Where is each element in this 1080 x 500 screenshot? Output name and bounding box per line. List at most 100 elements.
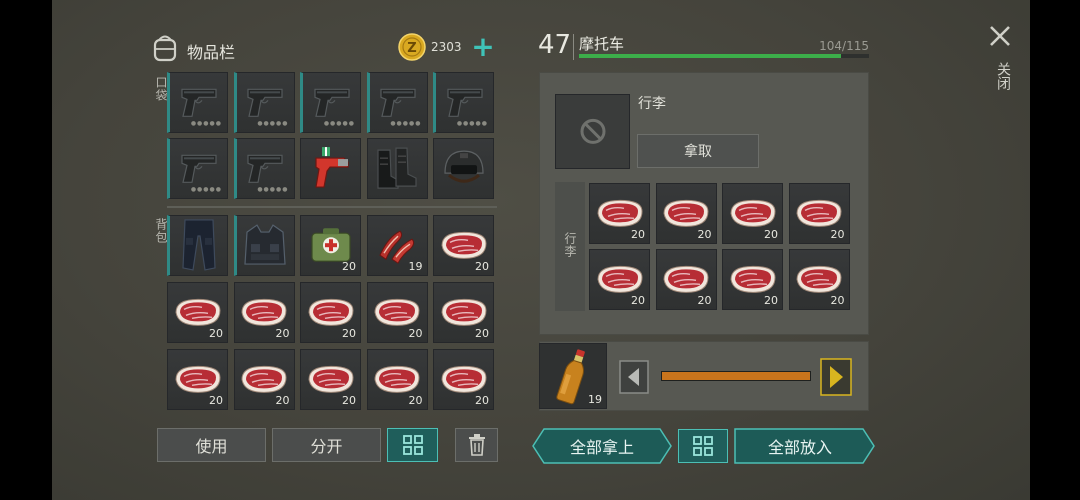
item-quantity: 20 [697, 294, 712, 307]
backpack-slot[interactable]: 20 [300, 282, 361, 343]
item-quantity: 20 [475, 260, 489, 273]
vehicle-level: 47 [538, 30, 572, 60]
item-quantity: 20 [830, 294, 845, 307]
backpack-slot[interactable]: 20 [233, 282, 295, 343]
arrow-right-icon [820, 358, 852, 396]
item-quantity: 20 [342, 260, 356, 273]
split-button[interactable]: 分开 [272, 428, 381, 462]
backpack-slot[interactable]: 20 [300, 349, 361, 410]
backpack-icon [150, 34, 180, 66]
vehicle-name: 摩托车 [579, 35, 625, 53]
pocket-slot[interactable]: ●●●●● [300, 72, 361, 133]
luggage-slot[interactable]: 20 [655, 249, 717, 310]
use-button-label: 使用 [195, 437, 228, 456]
close-icon [990, 26, 1010, 46]
pocket-slot[interactable]: ●●●●● [433, 72, 494, 133]
item-quantity: 19 [408, 260, 423, 273]
split-button-label: 分开 [310, 437, 343, 456]
trash-icon [468, 434, 485, 456]
grid-icon [693, 436, 713, 456]
item-quantity: 20 [342, 327, 356, 340]
fuel-slider-track[interactable] [661, 371, 811, 381]
backpack-slot[interactable]: 20 [433, 349, 494, 410]
svg-text:Z: Z [407, 41, 416, 56]
item-quantity: 20 [631, 228, 645, 241]
item-quantity: 20 [830, 228, 845, 241]
take-button-label: 拿取 [684, 144, 712, 160]
take-all-button[interactable]: 全部拿上 [532, 428, 672, 464]
put-all-button[interactable]: 全部放入 [734, 428, 875, 464]
sort-luggage-button[interactable] [678, 429, 728, 463]
durability-dots: ●●●●● [456, 120, 488, 127]
capacity-bar [579, 54, 869, 58]
fuel-quantity: 19 [588, 393, 602, 406]
trash-button[interactable] [455, 428, 498, 462]
luggage-slot[interactable]: 20 [722, 183, 783, 244]
item-quantity: 20 [764, 294, 778, 307]
backpack-slot[interactable]: 20 [167, 349, 228, 410]
put-all-label: 全部放入 [767, 438, 832, 457]
item-quantity: 20 [408, 394, 423, 407]
pocket-slot[interactable]: ●●●●● [167, 138, 228, 199]
arrow-left-icon [619, 360, 649, 394]
pocket-slot[interactable]: ●●●●● [167, 72, 228, 133]
backpack-slot[interactable]: 20 [167, 282, 228, 343]
backpack-slot[interactable] [233, 215, 295, 276]
item-quantity: 20 [209, 394, 223, 407]
use-button[interactable]: 使用 [157, 428, 266, 462]
durability-dots: ●●●●● [257, 120, 289, 127]
durability-dots: ●●●●● [390, 120, 422, 127]
inventory-title: 物品栏 [187, 43, 236, 62]
backpack-slot[interactable]: 20 [433, 282, 494, 343]
item-quantity: 20 [275, 394, 290, 407]
backpack-slot[interactable]: 20 [366, 282, 428, 343]
close-button[interactable]: 关闭 [986, 24, 1014, 98]
item-quantity: 20 [475, 394, 489, 407]
section-divider [167, 206, 497, 208]
pocket-slot[interactable]: ●●●●● [233, 72, 295, 133]
luggage-title: 行李 [638, 96, 666, 112]
luggage-empty-slot[interactable] [555, 94, 630, 169]
fuel-slot[interactable]: 19 [539, 343, 607, 409]
durability-dots: ●●●●● [323, 120, 355, 127]
vehicle-capacity: 104/115 [819, 39, 869, 53]
coin-count: 2303 [431, 40, 462, 54]
item-quantity: 20 [275, 327, 290, 340]
backpack-slot[interactable]: 20 [300, 215, 361, 276]
luggage-side-label: 行李 [563, 232, 577, 258]
luggage-slot[interactable]: 20 [589, 249, 650, 310]
luggage-slot[interactable]: 20 [788, 249, 850, 310]
sort-inventory-button[interactable] [387, 428, 438, 462]
item-quantity: 20 [209, 327, 223, 340]
item-quantity: 20 [475, 327, 489, 340]
take-button[interactable]: 拿取 [637, 134, 759, 168]
pocket-slot[interactable] [300, 138, 361, 199]
pocket-slot[interactable] [366, 138, 428, 199]
backpack-slot[interactable]: 19 [366, 215, 428, 276]
fuel-increase-button[interactable] [820, 358, 852, 400]
luggage-slot[interactable]: 20 [589, 183, 650, 244]
level-divider [573, 34, 574, 60]
item-quantity: 20 [697, 228, 712, 241]
fuel-slider-fill [662, 372, 810, 380]
item-quantity: 20 [342, 394, 356, 407]
backpack-slot[interactable]: 20 [433, 215, 494, 276]
pocket-slot[interactable]: ●●●●● [233, 138, 295, 199]
backpack-slot[interactable]: 20 [366, 349, 428, 410]
backpack-slot[interactable] [167, 215, 228, 276]
backpack-slot[interactable]: 20 [233, 349, 295, 410]
take-all-label: 全部拿上 [569, 438, 634, 457]
grid-icon [402, 435, 423, 455]
pocket-slot[interactable]: ●●●●● [366, 72, 428, 133]
fuel-decrease-button[interactable] [619, 360, 649, 398]
plus-icon: + [471, 30, 495, 63]
luggage-slot[interactable]: 20 [655, 183, 717, 244]
capacity-bar-fill [579, 54, 842, 58]
inventory-screen: 物品栏 Z 2303 + 口袋 背包 ●●●●● ●●●●● ●●●●● ●●●●● ●… [52, 0, 1030, 500]
luggage-slot[interactable]: 20 [722, 249, 783, 310]
item-quantity: 20 [631, 294, 645, 307]
add-coins-button[interactable]: + [468, 30, 498, 64]
item-quantity: 20 [408, 327, 423, 340]
luggage-slot[interactable]: 20 [788, 183, 850, 244]
pocket-slot[interactable] [433, 138, 494, 199]
